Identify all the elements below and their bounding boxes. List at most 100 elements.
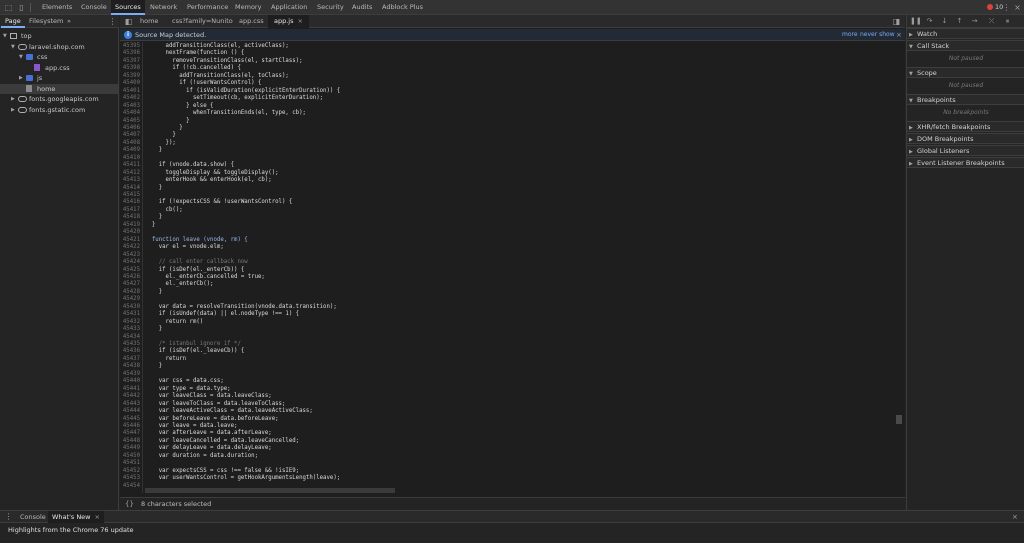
tab-page[interactable]: Page — [1, 15, 25, 28]
infobar-more-link[interactable]: more — [842, 29, 858, 41]
editor-tab-css-nunito[interactable]: css?family=Nunito — [166, 15, 239, 28]
line-number[interactable]: 45403 — [120, 103, 140, 110]
settings-menu-icon[interactable]: ⋮ — [1002, 3, 1011, 12]
step-icon[interactable]: → — [970, 17, 979, 26]
line-number[interactable]: 45426 — [120, 274, 140, 281]
navigator-menu-icon[interactable]: ⋮ — [108, 17, 117, 26]
tree-item[interactable]: ▶ fonts.googleapis.com — [0, 94, 118, 104]
line-number[interactable]: 45396 — [120, 50, 140, 57]
close-tab-icon[interactable]: × — [95, 513, 100, 521]
section-global-listeners[interactable]: ▶ Global Listeners — [907, 145, 1024, 156]
line-number[interactable]: 45439 — [120, 371, 140, 378]
line-number[interactable]: 45452 — [120, 468, 140, 475]
line-number[interactable]: 45407 — [120, 132, 140, 139]
expand-arrow-icon[interactable]: ▼ — [19, 52, 23, 62]
line-number[interactable]: 45397 — [120, 58, 140, 65]
line-number[interactable]: 45409 — [120, 147, 140, 154]
tree-item[interactable]: ▶ fonts.gstatic.com — [0, 105, 118, 115]
line-number[interactable]: 45431 — [120, 311, 140, 318]
horizontal-scrollbar[interactable] — [145, 488, 395, 493]
error-count-badge[interactable]: 10 — [987, 3, 1003, 11]
line-number[interactable]: 45433 — [120, 326, 140, 333]
tree-item[interactable]: ▶ js — [0, 73, 118, 83]
editor-tab-app-css[interactable]: app.css — [233, 15, 270, 28]
inspect-element-icon[interactable]: ⬚ — [4, 3, 13, 12]
line-number[interactable]: 45419 — [120, 222, 140, 229]
tab-audits[interactable]: Audits — [348, 0, 376, 15]
pause-on-exceptions-icon[interactable]: ⏸ — [1003, 17, 1012, 26]
line-number[interactable]: 45416 — [120, 199, 140, 206]
close-drawer-icon[interactable]: × — [1012, 511, 1018, 523]
section-call-stack[interactable]: ▼ Call Stack — [907, 40, 1024, 51]
line-number[interactable]: 45444 — [120, 408, 140, 415]
line-number[interactable]: 45415 — [120, 192, 140, 199]
tab-performance[interactable]: Performance — [183, 0, 232, 15]
section-scope[interactable]: ▼ Scope — [907, 67, 1024, 78]
close-devtools-icon[interactable]: × — [1013, 3, 1022, 12]
section-breakpoints[interactable]: ▼ Breakpoints — [907, 94, 1024, 105]
line-number[interactable]: 45395 — [120, 43, 140, 50]
line-number[interactable]: 45440 — [120, 378, 140, 385]
collapse-arrow-icon[interactable]: ▶ — [11, 105, 15, 115]
more-tabs-button[interactable]: » — [63, 15, 75, 28]
line-number[interactable]: 45408 — [120, 140, 140, 147]
toggle-debugger-icon[interactable]: ◨ — [892, 17, 901, 26]
line-number[interactable]: 45422 — [120, 244, 140, 251]
line-number[interactable]: 45437 — [120, 356, 140, 363]
line-number[interactable]: 45451 — [120, 460, 140, 467]
line-number[interactable]: 45435 — [120, 341, 140, 348]
tab-sources[interactable]: Sources — [111, 0, 145, 15]
drawer-menu-icon[interactable]: ⋮ — [4, 512, 13, 521]
tab-application[interactable]: Application — [267, 0, 311, 15]
tab-adblock-plus[interactable]: Adblock Plus — [378, 0, 427, 15]
line-number[interactable]: 45445 — [120, 416, 140, 423]
tab-memory[interactable]: Memory — [231, 0, 265, 15]
tab-elements[interactable]: Elements — [38, 0, 76, 15]
line-number[interactable]: 45454 — [120, 483, 140, 490]
line-number[interactable]: 45411 — [120, 162, 140, 169]
infobar-never-show-link[interactable]: never show — [860, 29, 895, 41]
tab-security[interactable]: Security — [313, 0, 348, 15]
section-dom-breakpoints[interactable]: ▶ DOM Breakpoints — [907, 133, 1024, 144]
line-number[interactable]: 45425 — [120, 267, 140, 274]
line-number[interactable]: 45399 — [120, 73, 140, 80]
line-number[interactable]: 45442 — [120, 393, 140, 400]
collapse-arrow-icon[interactable]: ▶ — [19, 73, 23, 83]
line-number[interactable]: 45400 — [120, 80, 140, 87]
close-tab-icon[interactable]: × — [298, 17, 303, 25]
line-number[interactable]: 45427 — [120, 281, 140, 288]
code-area[interactable]: 45395 addTransitionClass(el, activeClass… — [120, 42, 905, 493]
line-number[interactable]: 45447 — [120, 430, 140, 437]
line-number[interactable]: 45441 — [120, 386, 140, 393]
line-number[interactable]: 45413 — [120, 177, 140, 184]
line-number[interactable]: 45449 — [120, 445, 140, 452]
editor-tab-app-js[interactable]: app.js × — [268, 15, 309, 28]
drawer-tab-whats-new[interactable]: What's New × — [48, 511, 104, 523]
section-event-listener-breakpoints[interactable]: ▶ Event Listener Breakpoints — [907, 157, 1024, 168]
tab-console[interactable]: Console — [77, 0, 111, 15]
line-number[interactable]: 45421 — [120, 237, 140, 244]
line-number[interactable]: 45418 — [120, 214, 140, 221]
line-number[interactable]: 45450 — [120, 453, 140, 460]
device-toolbar-icon[interactable]: ▯ — [17, 3, 26, 12]
tree-item[interactable]: ▼ top — [0, 31, 118, 41]
deactivate-breakpoints-icon[interactable]: ⤫ — [987, 17, 996, 26]
step-out-icon[interactable]: ↑ — [955, 17, 964, 26]
section-xhr-fetch-breakpoints[interactable]: ▶ XHR/fetch Breakpoints — [907, 121, 1024, 132]
line-number[interactable]: 45438 — [120, 363, 140, 370]
line-number[interactable]: 45404 — [120, 110, 140, 117]
vertical-scrollbar[interactable] — [896, 415, 902, 424]
line-number[interactable]: 45412 — [120, 170, 140, 177]
line-number[interactable]: 45424 — [120, 259, 140, 266]
tree-item[interactable]: ▼ laravel.shop.com — [0, 42, 118, 52]
line-number[interactable]: 45401 — [120, 88, 140, 95]
line-number[interactable]: 45453 — [120, 475, 140, 482]
line-number[interactable]: 45406 — [120, 125, 140, 132]
tree-item[interactable]: app.css — [0, 63, 118, 73]
line-number[interactable]: 45405 — [120, 118, 140, 125]
collapse-arrow-icon[interactable]: ▶ — [11, 94, 15, 104]
pause-icon[interactable]: ❚❚ — [910, 17, 922, 26]
line-number[interactable]: 45443 — [120, 401, 140, 408]
line-number[interactable]: 45420 — [120, 229, 140, 236]
line-number[interactable]: 45446 — [120, 423, 140, 430]
